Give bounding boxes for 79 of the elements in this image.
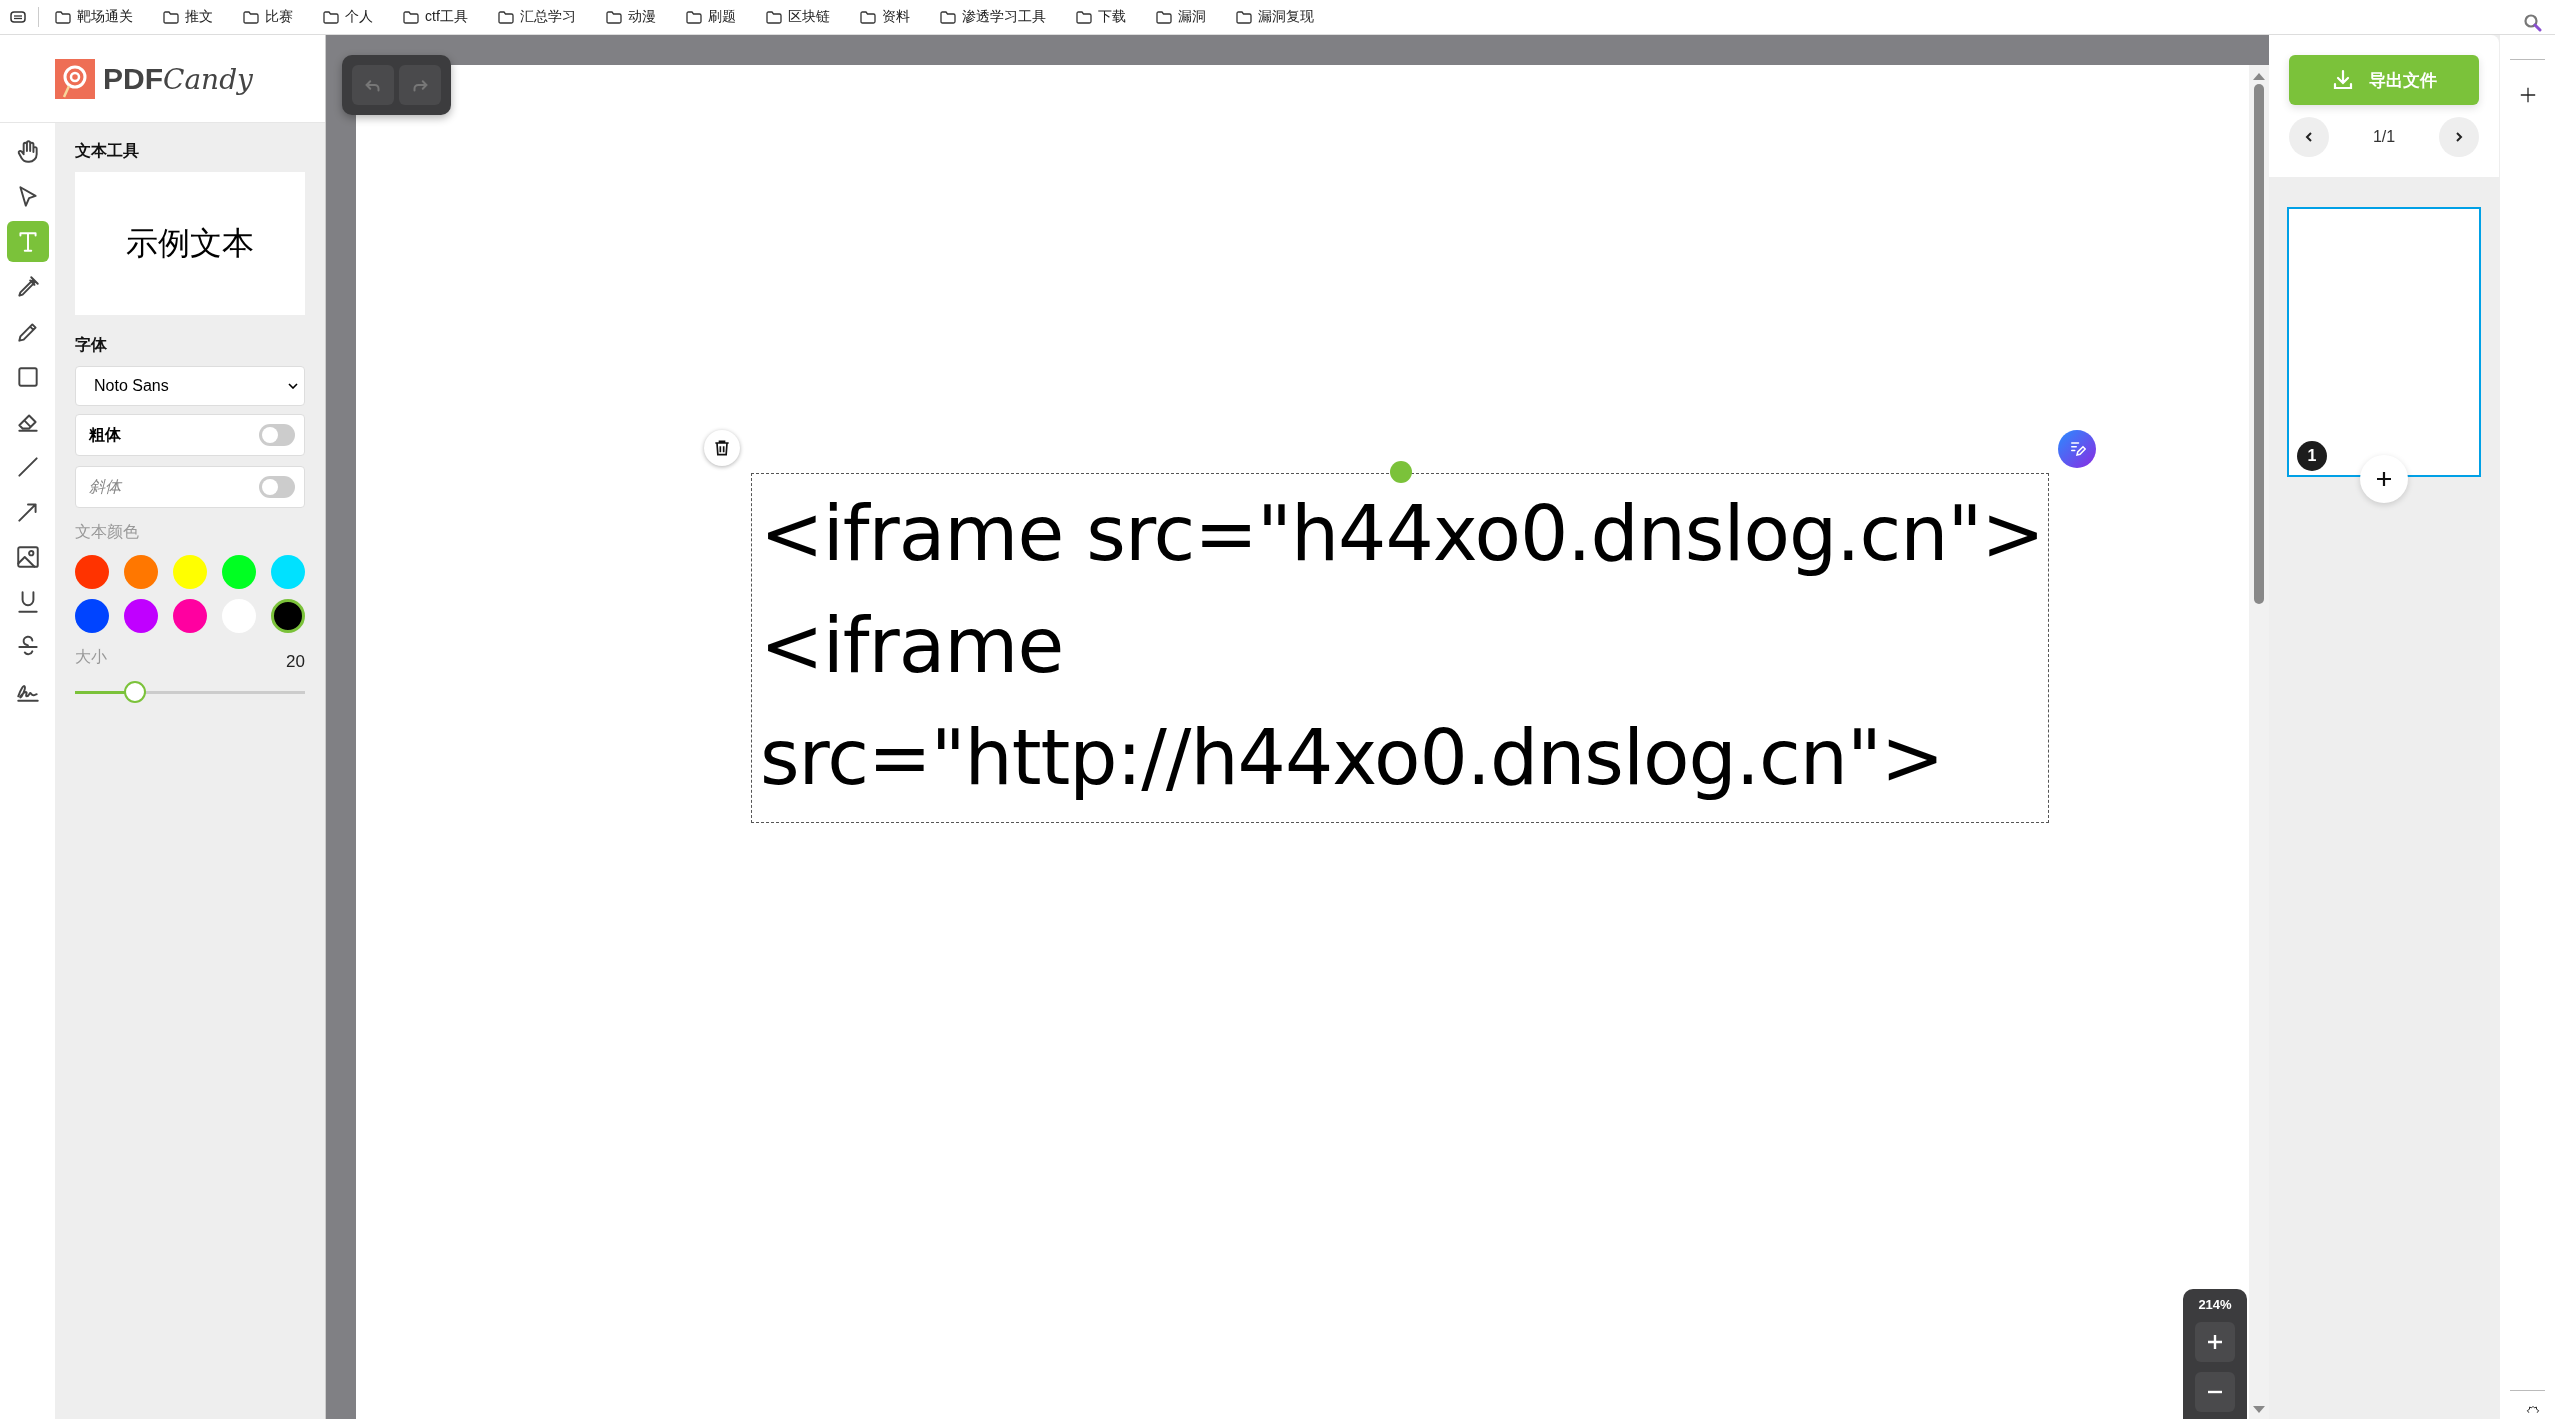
text-line: <iframe — [760, 600, 1065, 692]
size-slider[interactable] — [75, 680, 305, 704]
chevron-left-icon — [2303, 131, 2315, 143]
folder-icon — [859, 10, 876, 24]
bookmark-folder[interactable]: ctf工具 — [403, 8, 468, 26]
text-preview: 示例文本 — [75, 172, 305, 315]
bookmark-folder[interactable]: 下载 — [1075, 8, 1126, 26]
add-page-button[interactable] — [2360, 455, 2408, 503]
bookmark-folder[interactable]: 个人 — [323, 8, 373, 26]
edit-icon — [2068, 440, 2086, 458]
folder-icon — [939, 10, 956, 24]
logo-text: PDFCandy — [103, 61, 253, 96]
folder-icon — [765, 10, 782, 24]
color-swatch[interactable] — [222, 555, 256, 589]
color-swatch[interactable] — [75, 599, 109, 633]
size-value: 20 — [286, 651, 305, 672]
bookmark-folder[interactable]: 刷题 — [685, 8, 736, 26]
folder-icon — [403, 10, 419, 24]
chevron-down-icon — [288, 383, 298, 389]
plus-icon — [2374, 469, 2394, 489]
plus-icon — [2205, 1332, 2225, 1352]
page-number-badge: 1 — [2297, 441, 2327, 471]
folder-icon — [323, 10, 339, 24]
bookmark-folder[interactable]: 漏洞 — [1155, 8, 1206, 26]
bookmark-folder[interactable]: 比赛 — [243, 8, 293, 26]
folder-icon — [605, 10, 622, 24]
toggle-switch[interactable] — [259, 476, 295, 498]
folder-icon — [497, 10, 514, 24]
bookmark-folder[interactable]: 汇总学习 — [497, 8, 576, 26]
bookmark-folder[interactable]: 靶场通关 — [55, 8, 133, 26]
italic-label: 斜体 — [89, 476, 121, 497]
folder-icon — [163, 10, 179, 24]
color-swatch[interactable] — [271, 599, 305, 633]
lollipop-logo-icon — [55, 58, 95, 99]
folder-icon — [1235, 10, 1252, 24]
folder-icon — [1075, 10, 1092, 24]
search-icon[interactable] — [2522, 13, 2543, 33]
slider-thumb[interactable] — [123, 681, 146, 703]
download-icon — [2331, 68, 2355, 92]
page-counter: 1/1 — [2372, 128, 2396, 146]
size-label: 大小 — [75, 647, 107, 667]
bookmark-folder[interactable]: 资料 — [859, 8, 910, 26]
image-icon — [14, 543, 41, 570]
bookmark-folder[interactable]: 推文 — [163, 8, 213, 26]
page-thumbnail[interactable]: 1 — [2287, 207, 2481, 477]
zoom-level: 214% — [2198, 1297, 2232, 1312]
color-swatch[interactable] — [124, 599, 158, 633]
font-dropdown[interactable]: Noto Sans — [75, 366, 305, 406]
panel-title: 文本工具 — [75, 141, 140, 161]
chevron-right-icon — [2453, 131, 2465, 143]
color-swatch[interactable] — [173, 555, 207, 589]
delete-button[interactable] — [704, 430, 740, 466]
edit-button[interactable] — [2058, 430, 2096, 468]
color-swatch[interactable] — [271, 555, 305, 589]
color-swatch[interactable] — [173, 599, 207, 633]
zoom-in-button[interactable] — [2195, 1322, 2235, 1362]
color-swatch[interactable] — [75, 555, 109, 589]
text-line: src="http://h44xo0.dnslog.cn"> — [760, 712, 1945, 804]
text-color-label: 文本颜色 — [75, 522, 140, 542]
rotate-handle[interactable] — [1390, 461, 1412, 483]
bookmark-folder[interactable]: 漏洞复现 — [1235, 8, 1314, 26]
sidebar-toggle-icon[interactable] — [10, 11, 26, 23]
add-icon[interactable] — [2518, 86, 2537, 104]
folder-icon — [1155, 10, 1172, 24]
scrollbar-thumb[interactable] — [2254, 84, 2264, 604]
folder-icon — [243, 10, 259, 24]
bold-label: 粗体 — [89, 424, 121, 445]
trash-icon — [712, 438, 732, 458]
folder-icon — [685, 10, 702, 24]
text-line: <iframe src="h44xo0.dnslog.cn"> — [760, 488, 2046, 580]
text-box[interactable]: <iframe src="h44xo0.dnslog.cn"> <iframe src="http://h44xo0.dnslog.cn"> — [751, 473, 2049, 823]
folder-icon — [55, 10, 71, 24]
bookmark-folder[interactable]: 渗透学习工具 — [939, 8, 1046, 26]
bookmark-folder[interactable]: 区块链 — [765, 8, 830, 26]
bookmark-folder[interactable]: 动漫 — [605, 8, 656, 26]
toggle-switch[interactable] — [259, 424, 295, 446]
color-swatch[interactable] — [124, 555, 158, 589]
font-label: 字体 — [75, 335, 108, 355]
minus-icon — [2205, 1390, 2225, 1394]
